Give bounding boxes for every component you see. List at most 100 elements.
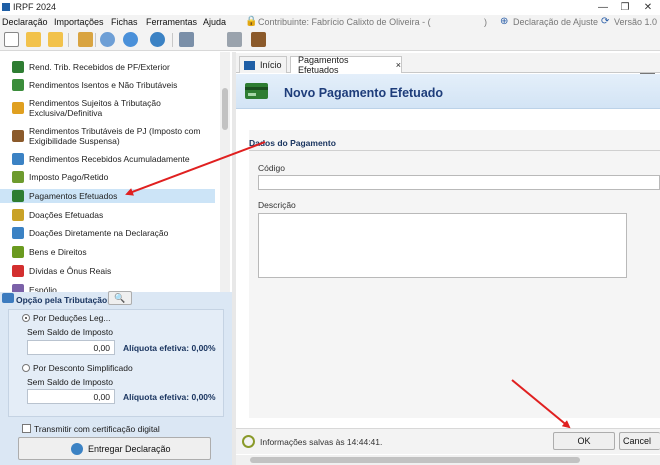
menu-declaracao[interactable]: Declaração <box>2 17 48 27</box>
nav-item-label: Rend. Trib. Recebidos de PF/Exterior <box>29 61 170 72</box>
book-icon[interactable] <box>251 32 266 47</box>
menu-importacoes[interactable]: Importações <box>54 17 104 27</box>
nav-scrollbar-thumb[interactable] <box>222 88 228 130</box>
descricao-textarea[interactable] <box>258 213 627 278</box>
nav-item-label: Rendimentos Sujeitos à Tributação Exclus… <box>29 98 161 118</box>
nav-item-10[interactable]: Bens e Direitos <box>0 245 215 258</box>
nav-item-3[interactable]: Rendimentos Sujeitos à Tributação Exclus… <box>0 96 215 120</box>
close-tab-icon[interactable]: × <box>396 60 401 70</box>
archive-icon[interactable] <box>78 32 93 47</box>
certificacao-label: Transmitir com certificação digital <box>34 424 160 434</box>
saldo-label-2: Sem Saldo de Imposto <box>27 377 113 387</box>
debts-icon <box>12 264 24 277</box>
certificacao-checkbox[interactable] <box>22 424 31 433</box>
cancel-button[interactable]: Cancel <box>619 432 660 450</box>
payment-card-icon <box>245 83 268 99</box>
menu-fichas[interactable]: Fichas <box>111 17 138 27</box>
saved-icon <box>242 435 255 448</box>
nav-item-9[interactable]: Doações Diretamente na Declaração <box>0 226 215 239</box>
tax-paid-icon <box>12 170 24 183</box>
descricao-label: Descrição <box>258 200 296 210</box>
versao: Versão 1.0 <box>614 17 658 27</box>
nav-item-8[interactable]: Doações Efetuadas <box>0 208 215 221</box>
print-icon[interactable] <box>179 32 194 47</box>
tab-pagamentos-efetuados[interactable]: Pagamentos Efetuados × <box>290 55 402 75</box>
folder-icon[interactable] <box>48 32 63 47</box>
menu-ferramentas[interactable]: Ferramentas <box>146 17 197 27</box>
declaration-type-icon: ⊕ <box>500 16 509 27</box>
open-folder-icon[interactable] <box>26 32 41 47</box>
aliquota-deducoes: Alíquota efetiva: 0,00% <box>123 343 216 353</box>
title-bar: IRPF 2024 — ❐ ✕ <box>0 0 660 15</box>
tab-pagamentos-label: Pagamentos Efetuados <box>298 55 349 75</box>
tab-inicio-label: Início <box>260 60 282 70</box>
direct-donation-icon <box>12 226 24 239</box>
income-person-icon <box>12 60 24 73</box>
search-tax-option-button[interactable]: 🔍 <box>108 291 132 305</box>
nav-item-label: Bens e Direitos <box>29 246 87 257</box>
page-title: Novo Pagamento Efetuado <box>284 86 444 100</box>
check-document-icon <box>12 78 24 91</box>
nav-item-1[interactable]: Rend. Trib. Recebidos de PF/Exterior <box>0 60 215 73</box>
valor-simplificado-field[interactable]: 0,00 <box>27 389 115 404</box>
radio-desconto-simplificado[interactable] <box>22 364 30 372</box>
menu-bar: Declaração Importações Fichas Ferramenta… <box>0 15 660 42</box>
saldo-label-1: Sem Saldo de Imposto <box>27 327 113 337</box>
entregar-declaracao-button[interactable]: Entregar Declaração <box>18 437 211 460</box>
accumulated-document-icon <box>12 152 24 165</box>
menu-ajuda[interactable]: Ajuda <box>203 17 226 27</box>
assets-icon <box>12 245 24 258</box>
tax-option-heading: Opção pela Tributação: <box>16 295 110 305</box>
status-message: Informações salvas às 14:44:41. <box>260 437 383 447</box>
tax-option-icon <box>2 293 14 303</box>
nav-item-label: Imposto Pago/Retido <box>29 171 109 182</box>
lock-icon: 🔒 <box>245 16 258 27</box>
nav-item-6[interactable]: Imposto Pago/Retido <box>0 170 215 183</box>
nav-item-7[interactable]: Pagamentos Efetuados <box>0 189 215 203</box>
nav-item-label: Doações Diretamente na Declaração <box>29 227 169 238</box>
minimize-button[interactable]: — <box>592 0 614 15</box>
nav-item-label: Dívidas e Ônus Reais <box>29 265 112 276</box>
recycle-icon[interactable] <box>100 32 115 47</box>
window-title: IRPF 2024 <box>13 2 57 12</box>
deducoes-label: Por Deduções Leg... <box>33 313 111 323</box>
update-icon[interactable] <box>123 32 138 47</box>
payment-card-icon <box>12 190 24 202</box>
gavel-document-icon <box>12 130 24 142</box>
nav-item-2[interactable]: Rendimentos Isentos e Não Tributáveis <box>0 78 215 91</box>
new-document-icon[interactable] <box>4 32 19 47</box>
nav-item-4[interactable]: Rendimentos Tributáveis de PJ (Imposto c… <box>0 124 215 148</box>
calculator-icon[interactable] <box>227 32 242 47</box>
app-icon <box>2 3 10 11</box>
contribuinte-label: Contribuinte: Fabrício Calixto de Olivei… <box>258 17 431 27</box>
close-window-button[interactable]: ✕ <box>637 0 659 15</box>
donation-icon <box>12 208 24 221</box>
nav-item-label: Rendimentos Recebidos Acumuladamente <box>29 153 190 164</box>
warning-document-icon <box>12 102 24 114</box>
radio-deducoes-legais[interactable] <box>22 314 30 322</box>
aliquota-simplificado: Alíquota efetiva: 0,00% <box>123 392 216 402</box>
declaracao-tipo: Declaração de Ajuste <box>513 17 599 27</box>
globe-icon[interactable] <box>150 32 165 47</box>
nav-item-label: Pagamentos Efetuados <box>29 191 118 201</box>
section-heading: Dados do Pagamento <box>249 138 336 148</box>
globe-icon <box>71 443 83 455</box>
version-icon: ⟳ <box>601 16 610 27</box>
panel-splitter[interactable] <box>232 52 236 465</box>
nav-item-label: Rendimentos Isentos e Não Tributáveis <box>29 79 178 90</box>
nav-item-5[interactable]: Rendimentos Recebidos Acumuladamente <box>0 152 215 165</box>
simplificado-label: Por Desconto Simplificado <box>33 363 133 373</box>
restore-button[interactable]: ❐ <box>614 0 636 15</box>
horizontal-scrollbar-thumb[interactable] <box>250 457 580 463</box>
nav-item-label: Rendimentos Tributáveis de PJ (Imposto c… <box>29 126 201 146</box>
tab-inicio[interactable]: Início <box>239 56 287 73</box>
nav-item-label: Doações Efetuadas <box>29 209 104 220</box>
valor-deducoes-field[interactable]: 0,00 <box>27 340 115 355</box>
entregar-label: Entregar Declaração <box>88 444 171 454</box>
nav-item-11[interactable]: Dívidas e Ônus Reais <box>0 264 215 277</box>
codigo-label: Código <box>258 163 285 173</box>
codigo-input[interactable] <box>258 175 660 190</box>
home-tab-icon <box>244 60 255 70</box>
ok-button[interactable]: OK <box>553 432 615 450</box>
toolbar: ✔ ⇥ <box>0 29 660 78</box>
